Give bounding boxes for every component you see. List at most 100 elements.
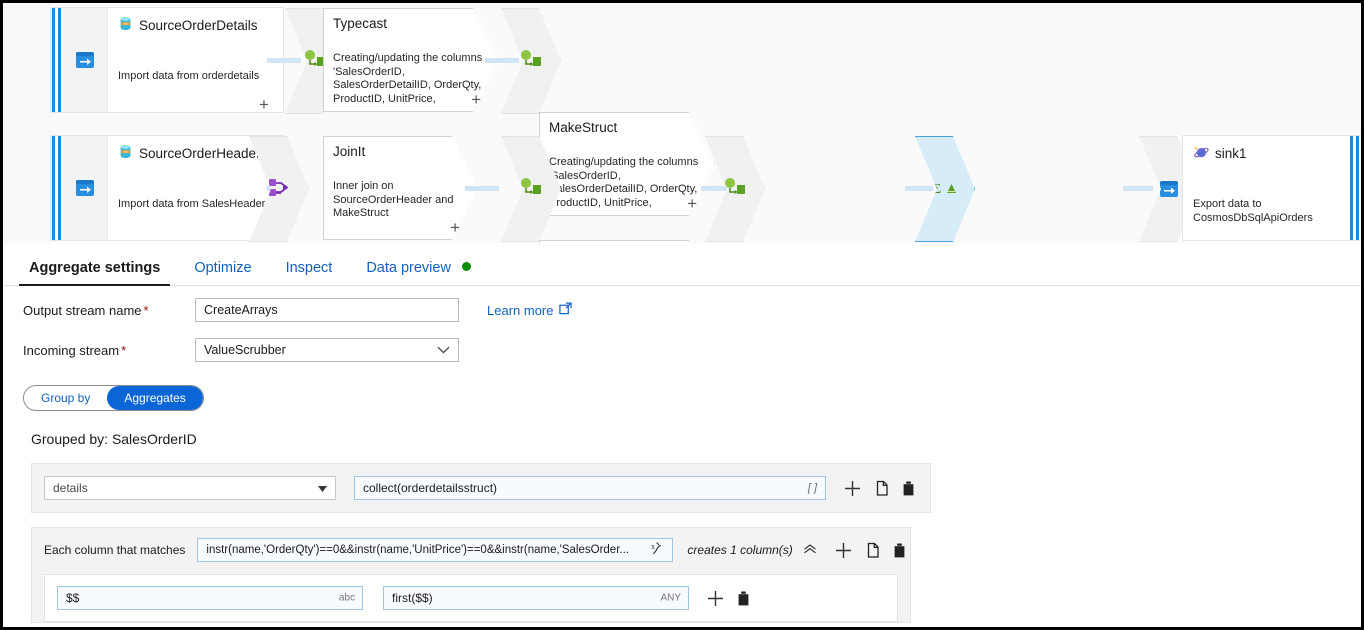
aggregate-expression-input[interactable]: collect(orderdetailsstruct) [ ] [354,476,826,500]
add-icon[interactable] [707,590,724,607]
add-icon[interactable] [835,542,852,559]
required-marker: * [121,342,127,358]
delete-icon[interactable] [736,590,751,607]
tab-inspect[interactable]: Inspect [276,260,343,285]
incoming-stream-select[interactable]: ValueScrubber [195,338,459,362]
add-transform-button-joinit[interactable]: + [450,219,460,236]
tab-aggregate-settings[interactable]: Aggregate settings [19,260,171,286]
source-node-orderheader[interactable]: sql SourceOrderHeader Import data from S… [51,136,283,240]
incoming-stream-label-wrap: Incoming stream * [23,343,195,358]
source-import-icon [63,8,108,112]
copy-icon[interactable] [873,480,889,497]
pattern-value-type: ANY [660,592,681,604]
tab-label: Inspect [285,260,333,276]
transform-node-desc: Inner join on SourceOrderHeader and Make… [333,180,454,219]
source-node-title-wrap: sql SourceOrderDetails [118,16,273,34]
add-transform-button-typecast[interactable]: + [471,91,481,108]
output-stream-row: Output stream name * CreateArrays Learn m… [3,293,1361,327]
source-accent-bar [51,8,63,112]
svg-text:sql: sql [124,22,128,26]
sink-node-desc: Export data to CosmosDbSqlApiOrders [1193,198,1313,224]
connector-line-4 [465,186,499,191]
aggregate-expression-value: collect(orderdetailsstruct) [363,481,498,495]
connector-line-7 [1123,186,1153,191]
svg-text:Σ: Σ [933,182,941,197]
transform-node-typecast[interactable]: Typecast Creating/updating the columns '… [323,8,499,112]
toggle-aggregates[interactable]: Aggregates [107,386,203,410]
data-flow-row-2: sql SourceOrderHeader Import data from S… [3,136,1361,240]
pattern-value-input[interactable]: first($$) ANY [383,586,689,610]
sink-node-title-wrap: sink1 [1193,144,1339,163]
source-import-icon [63,136,108,240]
pattern-name-input[interactable]: $$ abc [57,586,363,610]
chevron-up-icon[interactable] [803,543,817,557]
output-stream-label: Output stream name [23,302,142,318]
output-stream-input[interactable]: CreateArrays [195,298,459,322]
add-transform-button-makestruct[interactable]: + [687,195,697,212]
aggregate-settings-panel: Output stream name * CreateArrays Learn m… [3,293,1361,623]
svg-text:sql: sql [124,150,128,154]
copy-icon[interactable] [864,542,880,559]
add-branch-button-1[interactable]: + [259,96,269,113]
pattern-mapping-actions [707,590,751,607]
transform-body: ColumnScrubber Renaming JoinIt to Column… [539,240,715,243]
derived-column-icon [519,49,543,74]
pattern-mapping-row: $$ abc first($$) ANY [44,574,898,622]
connector-line-1 [267,58,301,63]
sink-node-sink1[interactable]: sink1 Export data to CosmosDbSqlApiOrder… [1183,136,1361,240]
cosmos-db-icon [1193,144,1209,163]
pattern-expression-input[interactable]: instr(name,'OrderQty')==0&&instr(name,'U… [197,538,674,562]
delete-icon[interactable] [892,542,907,559]
aggregate-row-actions [844,480,916,497]
grouped-by-text: Grouped by: SalesOrderID [31,431,197,447]
source-node-title-wrap: sql SourceOrderHeader [118,144,273,162]
creates-columns-label: creates 1 column(s) [687,543,793,557]
tab-label: Aggregate settings [29,260,161,276]
expression-builder-icon[interactable]: x [651,541,666,559]
add-icon[interactable] [844,480,861,497]
pattern-name-type: abc [338,592,355,604]
transform-node-columnscrubber[interactable]: ColumnScrubber Renaming JoinIt to Column… [539,240,715,243]
tab-data-preview[interactable]: Data preview [356,260,481,285]
sql-database-icon: sql [118,144,133,162]
aggregate-row: details collect(orderdetailsstruct) [ ] [32,476,930,500]
source-node-desc: Import data from SalesHeader [118,198,266,210]
transform-node-makestruct[interactable]: MakeStruct Creating/updating the columns… [539,112,715,216]
source-node-orderdetails[interactable]: sql SourceOrderDetails Import data from … [51,8,283,112]
source-accent-bar [51,136,63,240]
svg-text:x: x [651,542,655,551]
groupby-aggregates-toggle[interactable]: Group by Aggregates [23,385,204,411]
toggle-group-by[interactable]: Group by [24,386,108,410]
data-flow-canvas[interactable]: sql SourceOrderDetails Import data from … [3,3,1361,243]
status-dot-icon [461,262,471,271]
data-flow-designer: sql SourceOrderDetails Import data from … [3,3,1361,627]
source-node-title: SourceOrderHeader [139,145,261,161]
incoming-stream-label: Incoming stream [23,342,120,358]
transform-node-title: MakeStruct [549,120,618,135]
column-pattern-card: Each column that matches instr(name,'Ord… [31,527,911,623]
transform-node-joinit[interactable]: JoinIt Inner join on SourceOrderHeader a… [323,136,478,240]
data-flow-row-1: sql SourceOrderDetails Import data from … [3,8,179,112]
incoming-stream-row: Incoming stream * ValueScrubber [3,333,1361,367]
pattern-expression-value: instr(name,'OrderQty')==0&&instr(name,'U… [206,544,629,556]
pattern-label: Each column that matches [44,543,186,557]
column-pattern-row: Each column that matches instr(name,'Ord… [32,538,910,562]
connector-line-6 [905,186,933,191]
aggregate-icon: Σ [932,178,958,201]
delete-icon[interactable] [901,480,916,497]
learn-more-link[interactable]: Learn more [487,302,573,318]
transform-node-desc: Creating/updating the columns 'SalesOrde… [333,52,483,105]
aggregate-column-select[interactable]: details [44,476,336,500]
pattern-name-value: $$ [66,591,80,605]
transform-node-title: JoinIt [333,144,366,159]
sql-database-icon: sql [118,16,133,34]
sink-accent-bar [1349,136,1361,240]
pattern-row-actions [835,542,907,559]
aggregate-row-card: details collect(orderdetailsstruct) [ ] [31,463,931,513]
tab-label: Optimize [194,260,252,276]
tab-optimize[interactable]: Optimize [184,260,261,285]
incoming-stream-value: ValueScrubber [204,343,286,357]
sink-export-icon [1158,178,1180,200]
derived-column-icon [519,177,543,202]
connector-line-2 [485,58,519,63]
